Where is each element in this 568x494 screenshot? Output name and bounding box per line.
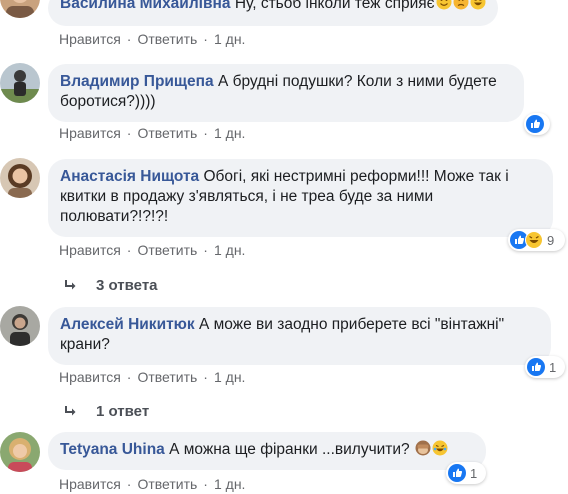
reply-link[interactable]: Ответить bbox=[137, 369, 197, 385]
comment-bubble: Алексей Никитюк А може ви заодно прибере… bbox=[48, 307, 551, 365]
comment-bubble: Tetyana Uhina А можна ще фіранки ...вилу… bbox=[48, 432, 486, 470]
avatar[interactable] bbox=[0, 306, 40, 346]
replies-count: 3 ответа bbox=[96, 276, 158, 294]
view-replies-link[interactable]: 1 ответ bbox=[64, 401, 149, 421]
avatar[interactable] bbox=[0, 63, 40, 103]
comment-bubble: Владимир Прищепа А брудні подушки? Коли … bbox=[48, 64, 524, 122]
laugh-cry-emoji-icon bbox=[432, 440, 448, 456]
like-link[interactable]: Нравится bbox=[59, 369, 121, 385]
comment-actions: Нравится · Ответить · 1 дн. bbox=[59, 242, 246, 258]
reaction-badge[interactable]: 1 bbox=[525, 356, 565, 378]
comment-text: Ну, стьоб інколи теж сприяє bbox=[234, 0, 435, 12]
reply-link[interactable]: Ответить bbox=[137, 476, 197, 492]
timestamp[interactable]: 1 дн. bbox=[214, 125, 245, 141]
reply-link[interactable]: Ответить bbox=[137, 125, 197, 141]
reply-arrow-icon bbox=[64, 278, 78, 292]
comment-bubble: Анастасія Нищота Обогі, які нестримні ре… bbox=[48, 159, 553, 237]
reaction-badge[interactable]: 1 bbox=[446, 462, 486, 484]
reply-arrow-icon bbox=[64, 404, 78, 418]
avatar[interactable] bbox=[0, 432, 40, 472]
comment-actions: Нравится · Ответить · 1 дн. bbox=[59, 369, 246, 385]
view-replies-link[interactable]: 3 ответа bbox=[64, 275, 158, 295]
comment-author[interactable]: Анастасія Нищота bbox=[60, 168, 199, 185]
avatar[interactable] bbox=[0, 0, 40, 18]
comment-text: А можна ще фіранки ...вилучити? bbox=[169, 441, 410, 458]
reaction-badge[interactable]: 9 bbox=[508, 229, 565, 251]
timestamp[interactable]: 1 дн. bbox=[214, 476, 245, 492]
like-reaction-icon bbox=[527, 358, 545, 376]
like-link[interactable]: Нравится bbox=[59, 31, 121, 47]
replies-count: 1 ответ bbox=[96, 402, 150, 420]
like-link[interactable]: Нравится bbox=[59, 476, 121, 492]
smile-emoji-icon bbox=[436, 0, 452, 10]
reply-link[interactable]: Ответить bbox=[137, 242, 197, 258]
timestamp[interactable]: 1 дн. bbox=[214, 31, 245, 47]
haha-reaction-icon bbox=[525, 231, 543, 249]
reply-link[interactable]: Ответить bbox=[137, 31, 197, 47]
like-reaction-icon bbox=[448, 464, 466, 482]
comment-actions: Нравится · Ответить · 1 дн. bbox=[59, 125, 246, 141]
angry-emoji-icon bbox=[453, 0, 469, 10]
comment-actions: Нравится · Ответить · 1 дн. bbox=[59, 31, 246, 47]
comment-author[interactable]: Владимир Прищепа bbox=[60, 73, 214, 90]
avatar[interactable] bbox=[0, 158, 40, 198]
comment-actions: Нравится · Ответить · 1 дн. bbox=[59, 476, 246, 492]
comment-author[interactable]: Алексей Никитюк bbox=[60, 316, 195, 333]
laugh-cry-emoji-icon bbox=[470, 0, 486, 10]
comment-author[interactable]: Tetyana Uhina bbox=[60, 441, 165, 458]
reaction-count: 1 bbox=[549, 359, 557, 375]
reaction-count: 1 bbox=[470, 465, 478, 481]
like-reaction-icon bbox=[526, 115, 544, 133]
reaction-badge[interactable] bbox=[524, 113, 550, 135]
timestamp[interactable]: 1 дн. bbox=[214, 242, 245, 258]
see-no-evil-monkey-emoji-icon bbox=[415, 440, 431, 456]
comment-author[interactable]: Василина Михайлівна bbox=[60, 0, 231, 12]
reaction-count: 9 bbox=[547, 232, 555, 248]
like-link[interactable]: Нравится bbox=[59, 125, 121, 141]
like-link[interactable]: Нравится bbox=[59, 242, 121, 258]
timestamp[interactable]: 1 дн. bbox=[214, 369, 245, 385]
comment-bubble: Василина Михайлівна Ну, стьоб інколи теж… bbox=[48, 0, 498, 26]
